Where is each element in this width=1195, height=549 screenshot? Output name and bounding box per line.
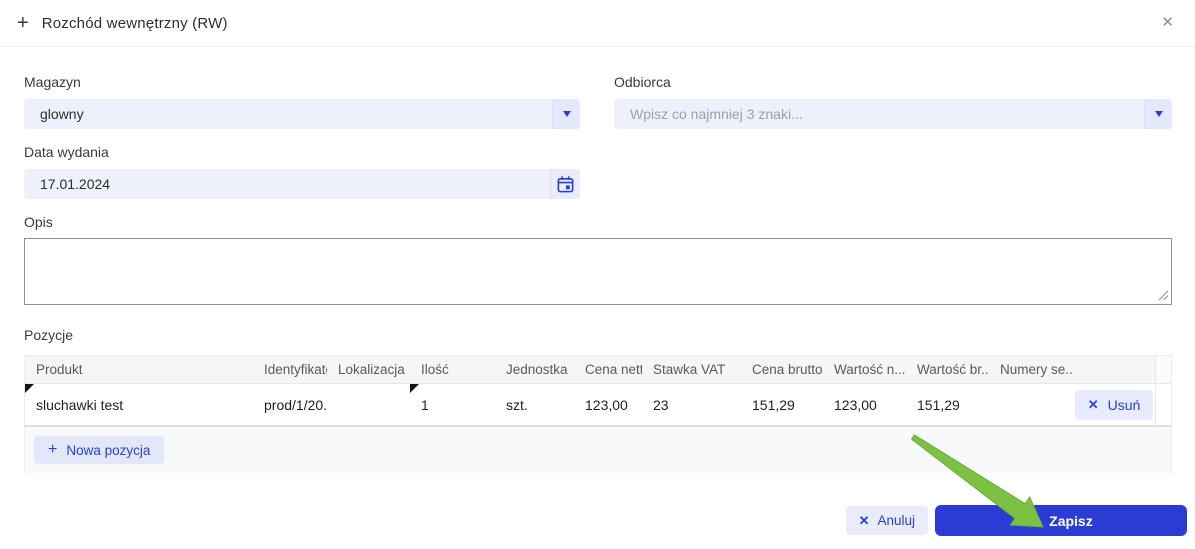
table-row[interactable]: sluchawki test prod/1/20... 1 szt. 123,0… — [25, 384, 1171, 427]
x-icon: ✕ — [858, 512, 870, 528]
dialog-title: Rozchód wewnętrzny (RW) — [41, 14, 228, 32]
col-header-wartosc-netto: Wartość n... — [834, 362, 906, 377]
col-header-cena-brutto: Cena brutto — [752, 362, 823, 377]
odbiorca-input[interactable] — [614, 99, 1144, 129]
cell-jednostka[interactable]: szt. — [495, 384, 574, 425]
opis-textarea[interactable] — [24, 238, 1172, 305]
odbiorca-dropdown-button[interactable] — [1144, 99, 1172, 129]
col-header-identyfikator: Identyfikator — [264, 362, 327, 377]
rw-dialog: + Rozchód wewnętrzny (RW) ✕ Magazyn glow… — [0, 0, 1195, 549]
cell-wartosc-netto[interactable]: 123,00 — [823, 384, 906, 425]
cell-ilosc[interactable]: 1 — [410, 384, 495, 425]
add-row-label: Nowa pozycja — [66, 442, 151, 458]
cell-jednostka-value: szt. — [506, 396, 528, 413]
cell-identyfikator-value: prod/1/20... — [264, 396, 327, 413]
calendar-button[interactable] — [550, 169, 580, 199]
modified-cell-marker — [25, 384, 34, 393]
cell-stawka-vat-value: 23 — [653, 396, 669, 413]
close-icon[interactable]: ✕ — [1161, 13, 1174, 31]
pozycje-table: Produkt Identyfikator Lokalizacja Ilość … — [24, 355, 1172, 473]
save-button-label: Zapisz — [1049, 512, 1093, 529]
cell-produkt[interactable]: sluchawki test — [25, 384, 253, 425]
col-header-wartosc-brutto: Wartość br... — [917, 362, 989, 377]
col-header-produkt: Produkt — [36, 362, 83, 377]
opis-label: Opis — [24, 214, 53, 230]
cell-wartosc-brutto[interactable]: 151,29 — [906, 384, 989, 425]
delete-row-label: Usuń — [1107, 396, 1141, 413]
magazyn-select[interactable]: glowny — [24, 99, 580, 129]
cell-cena-netto-value: 123,00 — [585, 396, 628, 413]
magazyn-label: Magazyn — [24, 74, 81, 90]
cell-wartosc-netto-value: 123,00 — [834, 396, 877, 413]
col-header-lokalizacja: Lokalizacja — [338, 362, 405, 377]
cell-lokalizacja[interactable] — [327, 384, 410, 425]
col-header-numery-seryjne: Numery se... — [1000, 362, 1073, 377]
col-header-actions — [1073, 356, 1155, 383]
table-footer: + Nowa pozycja — [25, 427, 1171, 473]
cell-cena-netto[interactable]: 123,00 — [574, 384, 642, 425]
data-wydania-input[interactable] — [24, 169, 550, 199]
opis-field-group: Opis — [24, 214, 1172, 305]
col-header-stawka-vat: Stawka VAT — [653, 362, 726, 377]
cell-produkt-value: sluchawki test — [36, 396, 124, 413]
col-header-cena-netto: Cena netto — [585, 362, 642, 377]
cell-wartosc-brutto-value: 151,29 — [917, 396, 960, 413]
magazyn-selected-value: glowny — [40, 106, 84, 122]
cell-stawka-vat[interactable]: 23 — [642, 384, 741, 425]
scrollbar-gutter — [1155, 356, 1171, 383]
cell-actions: ✕ Usuń — [1073, 384, 1155, 425]
save-button[interactable]: ✓ Zapisz — [935, 505, 1187, 536]
check-icon: ✓ — [1029, 512, 1041, 528]
cell-cena-brutto[interactable]: 151,29 — [741, 384, 823, 425]
data-wydania-field — [24, 169, 580, 199]
x-icon: ✕ — [1087, 396, 1099, 412]
pozycje-section: Pozycje Produkt Identyfikator Lokalizacj… — [24, 327, 1172, 473]
plus-icon: + — [48, 441, 58, 458]
plus-icon: + — [17, 12, 29, 34]
cell-numery-seryjne[interactable] — [989, 384, 1073, 425]
modified-cell-marker — [410, 384, 419, 393]
magazyn-field-group: Magazyn glowny — [24, 74, 580, 129]
calendar-icon — [557, 175, 574, 192]
odbiorca-select — [614, 99, 1172, 129]
chevron-down-icon — [562, 111, 571, 117]
scrollbar-gutter — [1155, 384, 1171, 425]
resize-grip-icon[interactable] — [1158, 290, 1169, 301]
pozycje-label: Pozycje — [24, 327, 74, 343]
col-header-ilosc: Ilość — [421, 362, 449, 377]
delete-row-button[interactable]: ✕ Usuń — [1074, 389, 1154, 420]
cancel-button[interactable]: ✕ Anuluj — [845, 506, 928, 535]
odbiorca-label: Odbiorca — [614, 74, 671, 90]
cancel-button-label: Anuluj — [877, 513, 915, 528]
dialog-header: + Rozchód wewnętrzny (RW) ✕ — [0, 0, 1195, 47]
cell-identyfikator[interactable]: prod/1/20... — [253, 384, 327, 425]
cell-ilosc-value: 1 — [421, 396, 429, 413]
col-header-jednostka: Jednostka — [506, 362, 568, 377]
chevron-down-icon — [1154, 111, 1163, 117]
table-header-row: Produkt Identyfikator Lokalizacja Ilość … — [25, 356, 1171, 384]
data-wydania-label: Data wydania — [24, 144, 109, 160]
odbiorca-field-group: Odbiorca — [614, 74, 1172, 129]
magazyn-dropdown-button[interactable] — [552, 99, 580, 129]
add-row-button[interactable]: + Nowa pozycja — [34, 436, 165, 464]
cell-cena-brutto-value: 151,29 — [752, 396, 795, 413]
data-wydania-field-group: Data wydania — [24, 144, 580, 199]
